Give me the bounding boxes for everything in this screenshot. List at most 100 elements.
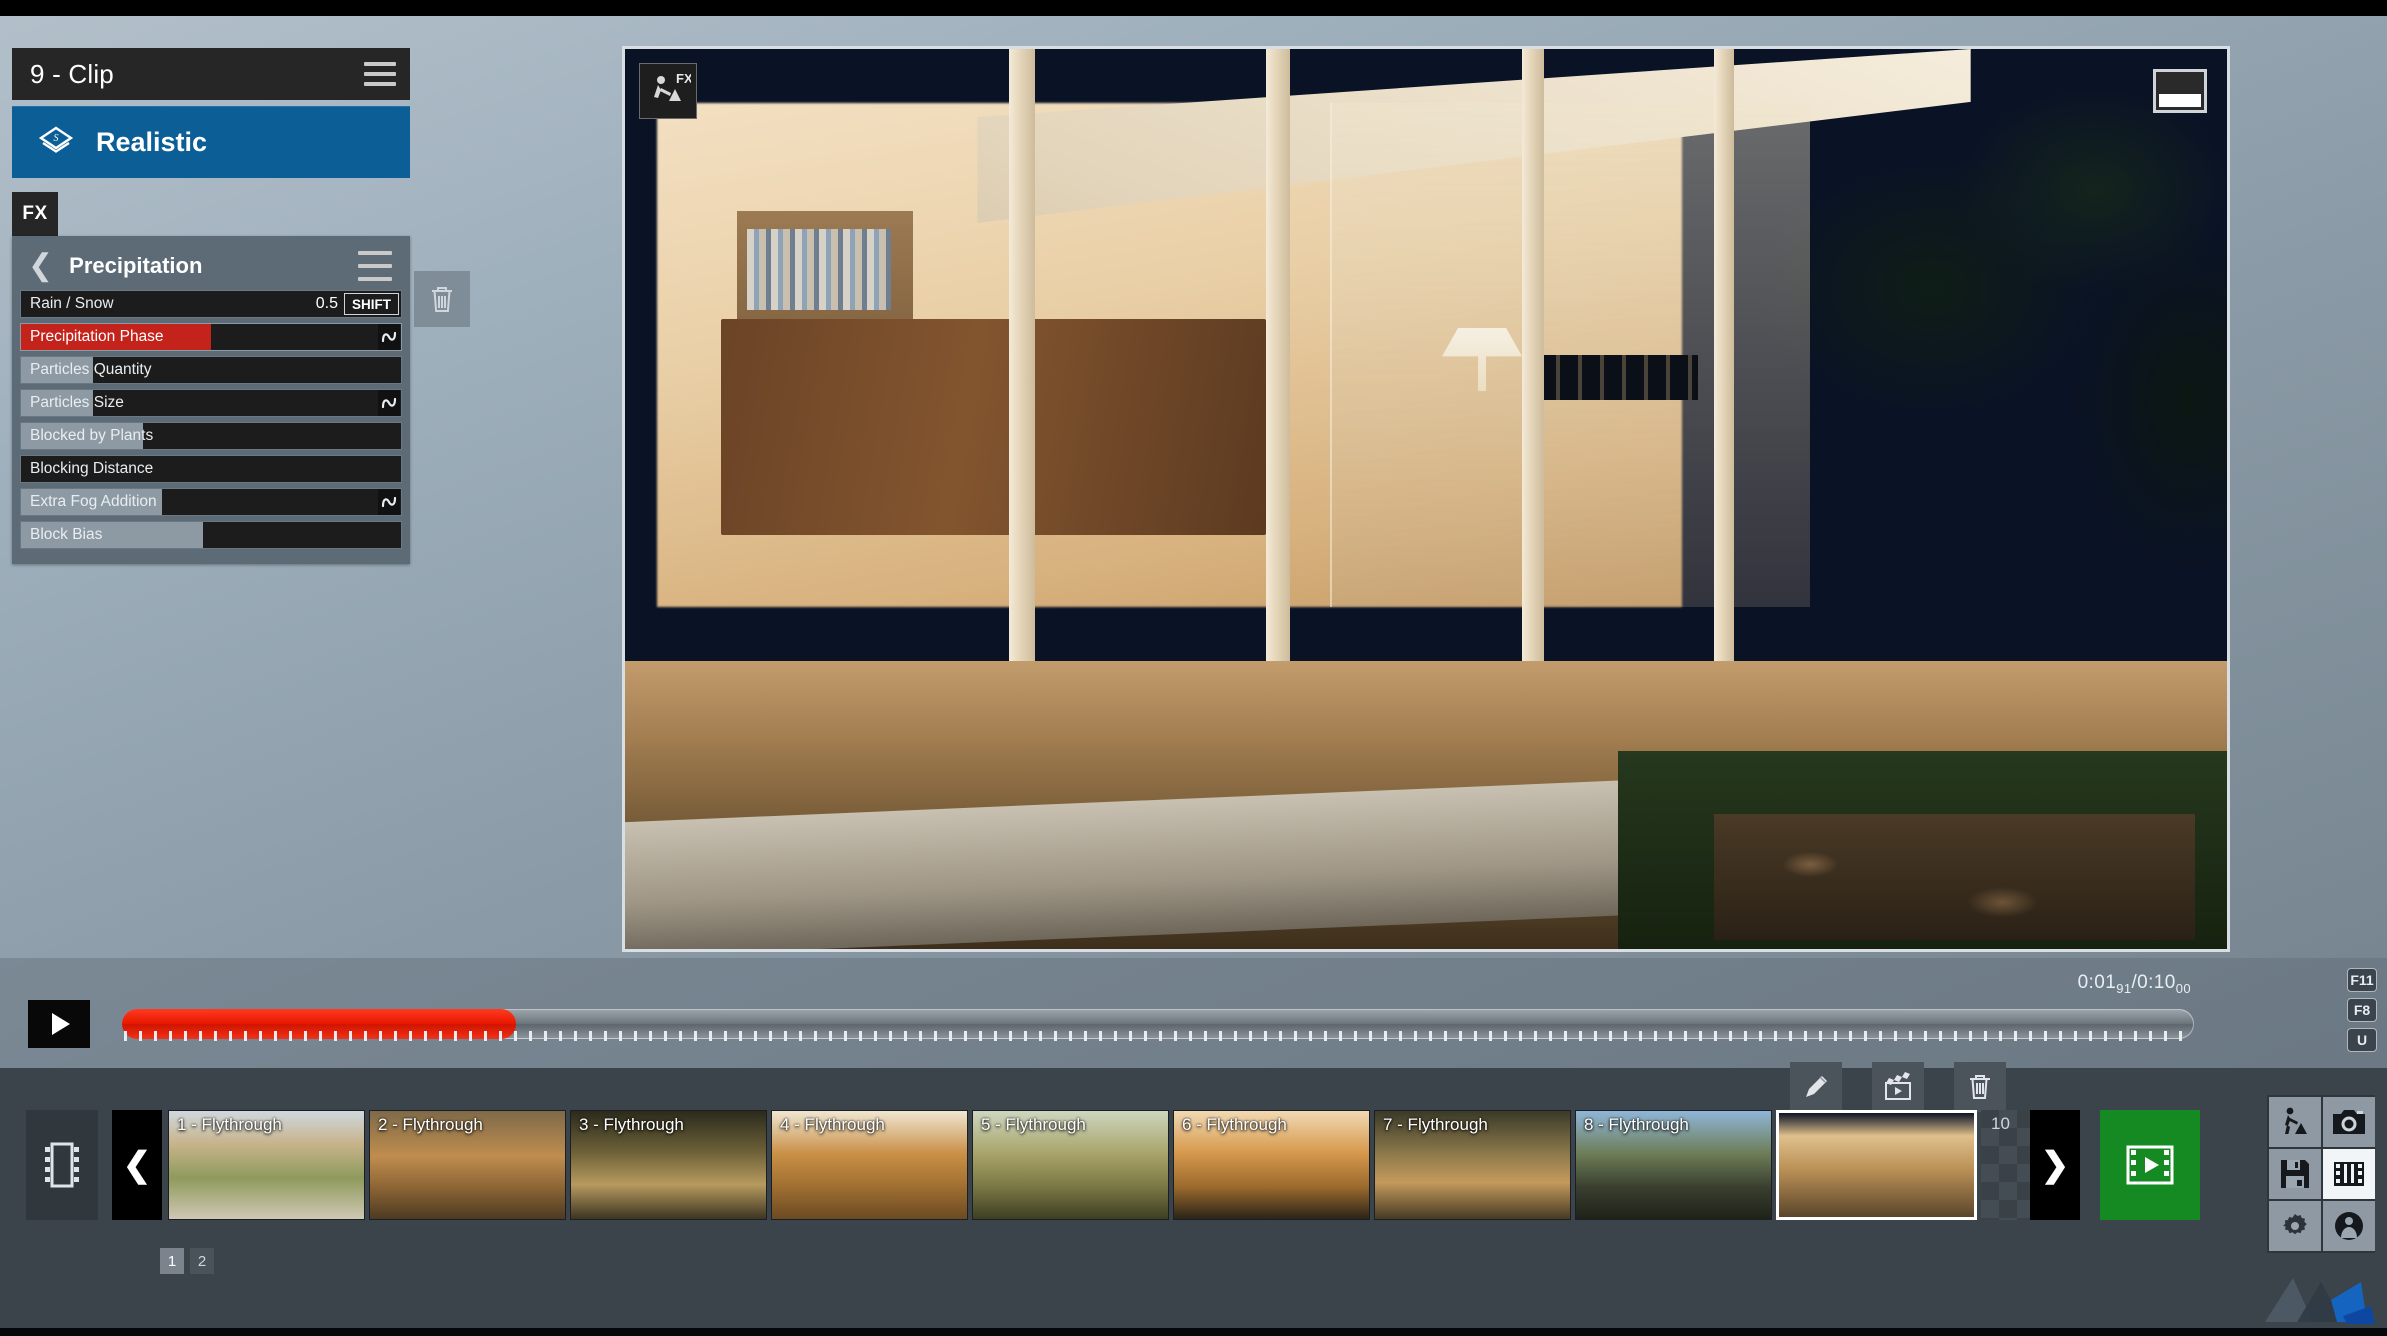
construction-worker-icon xyxy=(2285,1107,2307,1134)
total-time-frames: 00 xyxy=(2175,980,2191,996)
letterbox-bottom xyxy=(0,1328,2387,1336)
clip-tools xyxy=(1790,1062,2006,1112)
play-button[interactable] xyxy=(28,1000,90,1048)
clip-thumbnail-label: 1 - Flythrough xyxy=(177,1115,282,1134)
parameter-label: Rain / Snow xyxy=(30,295,114,312)
viewport-fx-badge[interactable]: FX xyxy=(639,63,697,119)
viewport-column xyxy=(1714,49,1735,679)
filmstrip-pagination: 12 xyxy=(160,1248,214,1274)
filmstrip-icon xyxy=(26,1110,98,1220)
clip-thumbnail[interactable]: 2 - Flythrough xyxy=(369,1110,566,1220)
clip-thumbnail-label: 2 - Flythrough xyxy=(378,1115,483,1134)
viewport-layout-icon[interactable] xyxy=(2153,69,2207,113)
total-time: 0:10 xyxy=(2137,972,2176,993)
parameter-label: Blocked by Plants xyxy=(30,427,154,444)
save-button[interactable] xyxy=(2269,1149,2321,1199)
current-time: 0:01 xyxy=(2077,972,2117,993)
gear-icon xyxy=(2283,1214,2307,1235)
letterbox-top xyxy=(0,0,2387,16)
clip-thumbnail[interactable] xyxy=(1776,1110,1977,1220)
style-card-label: Realistic xyxy=(96,126,208,157)
effect-panel-title: Precipitation xyxy=(69,253,203,278)
shortcut-key[interactable]: F11 xyxy=(2347,968,2377,992)
clip-thumbnail-label: 3 - Flythrough xyxy=(579,1115,684,1134)
clip-title: 9 - Clip xyxy=(30,58,114,89)
clip-thumbnail[interactable]: 3 - Flythrough xyxy=(570,1110,767,1220)
svg-text:FX: FX xyxy=(676,71,691,86)
effect-panel-precipitation: ❮ Precipitation Rain / Snow 0.5 SHIFT Preci… xyxy=(12,236,410,564)
parameter-row[interactable]: Extra Fog Addition xyxy=(20,488,402,516)
clip-thumbnail-label: 6 - Flythrough xyxy=(1182,1115,1287,1134)
clip-thumbnail[interactable]: 1 - Flythrough xyxy=(168,1110,365,1220)
chevron-left-icon[interactable]: ❮ xyxy=(22,251,59,281)
current-time-frames: 91 xyxy=(2116,980,2132,996)
clip-thumbnail[interactable]: 5 - Flythrough xyxy=(972,1110,1169,1220)
clip-thumbnail[interactable]: 6 - Flythrough xyxy=(1173,1110,1370,1220)
empty-slot-number: 10 xyxy=(1991,1114,2010,1133)
clip-thumbnail-label: 4 - Flythrough xyxy=(780,1115,885,1134)
parameter-curve-icon[interactable] xyxy=(378,324,400,350)
parameter-row[interactable]: Blocking Distance xyxy=(20,455,402,483)
layers-style-icon: S xyxy=(36,123,76,161)
panorama-button[interactable] xyxy=(2323,1201,2375,1251)
settings-button[interactable] xyxy=(2269,1201,2321,1251)
preview-clip-button[interactable] xyxy=(1872,1062,1924,1112)
pagination-page[interactable]: 1 xyxy=(160,1248,184,1274)
clip-thumbnail-label: 5 - Flythrough xyxy=(981,1115,1086,1134)
parameter-curve-icon[interactable] xyxy=(378,489,400,515)
parameter-row[interactable]: Particles Size xyxy=(20,389,402,417)
camera-icon xyxy=(2333,1110,2365,1134)
parameter-shift-button[interactable]: SHIFT xyxy=(344,293,399,315)
parameter-label: Extra Fog Addition xyxy=(30,493,157,510)
photo-mode-button[interactable] xyxy=(2323,1097,2375,1147)
clip-header: 9 - Clip xyxy=(12,48,410,100)
parameter-curve-icon[interactable] xyxy=(378,390,400,416)
parameter-label: Particles Quantity xyxy=(30,361,152,378)
filmstrip-next-button[interactable]: ❯ xyxy=(2030,1110,2080,1220)
parameter-row[interactable]: Particles Quantity xyxy=(20,356,402,384)
clip-thumbnail[interactable]: 7 - Flythrough xyxy=(1374,1110,1571,1220)
parameter-row[interactable]: Precipitation Phase xyxy=(20,323,402,351)
style-card-realistic[interactable]: S Realistic xyxy=(12,106,410,178)
render-movie-icon xyxy=(2126,1145,2174,1185)
timeline-scrubber[interactable] xyxy=(122,1009,2194,1041)
timecode-display: 0:0191/0:1000 xyxy=(2078,972,2191,996)
hamburger-icon[interactable] xyxy=(364,62,396,86)
parameter-row[interactable]: Block Bias xyxy=(20,521,402,549)
mode-dock xyxy=(2267,1095,2375,1253)
parameter-row[interactable]: Rain / Snow 0.5 SHIFT xyxy=(20,290,402,318)
left-panel: 9 - Clip S Realistic FX ❮ Precipitation xyxy=(12,48,410,564)
svg-text:S: S xyxy=(54,133,59,144)
build-mode-button[interactable] xyxy=(2269,1097,2321,1147)
filmstrip-prev-button[interactable]: ❮ xyxy=(112,1110,162,1220)
parameter-row[interactable]: Blocked by Plants xyxy=(20,422,402,450)
delete-effect-button[interactable] xyxy=(414,271,470,327)
application-window: 9 - Clip S Realistic FX ❮ Precipitation xyxy=(0,0,2387,1336)
parameter-value[interactable]: 0.5 xyxy=(309,291,344,317)
pagination-page[interactable]: 2 xyxy=(190,1248,214,1274)
parameter-label: Precipitation Phase xyxy=(30,328,164,345)
effect-panel-header: ❮ Precipitation xyxy=(20,242,402,290)
render-viewport[interactable]: FX xyxy=(622,46,2230,952)
clip-thumbnail-label: 8 - Flythrough xyxy=(1584,1115,1689,1134)
timeline-ticks xyxy=(124,1031,2192,1041)
movie-mode-button[interactable] xyxy=(2323,1149,2375,1199)
shortcut-key[interactable]: F8 xyxy=(2347,998,2377,1022)
parameter-label: Block Bias xyxy=(30,526,103,543)
floppy-disk-icon xyxy=(2281,1160,2309,1188)
viewport-books xyxy=(746,229,891,310)
hamburger-icon[interactable] xyxy=(358,251,392,281)
viewport-wood-wall xyxy=(721,319,1266,535)
clip-thumbnail-list: 1 - Flythrough 2 - Flythrough 3 - Flythrou… xyxy=(168,1110,2053,1220)
clip-thumbnail-label: 7 - Flythrough xyxy=(1383,1115,1488,1134)
clip-thumbnail[interactable]: 4 - Flythrough xyxy=(771,1110,968,1220)
shortcut-key-column: F11 F8 U xyxy=(2347,968,2377,1052)
filmstrip-icon xyxy=(2334,1162,2364,1186)
render-movie-button[interactable] xyxy=(2100,1110,2200,1220)
edit-clip-button[interactable] xyxy=(1790,1062,1842,1112)
parameter-label: Particles Size xyxy=(30,394,124,411)
tab-fx[interactable]: FX xyxy=(12,192,58,236)
delete-clip-button[interactable] xyxy=(1954,1062,2006,1112)
shortcut-key[interactable]: U xyxy=(2347,1028,2377,1052)
clip-thumbnail[interactable]: 8 - Flythrough xyxy=(1575,1110,1772,1220)
